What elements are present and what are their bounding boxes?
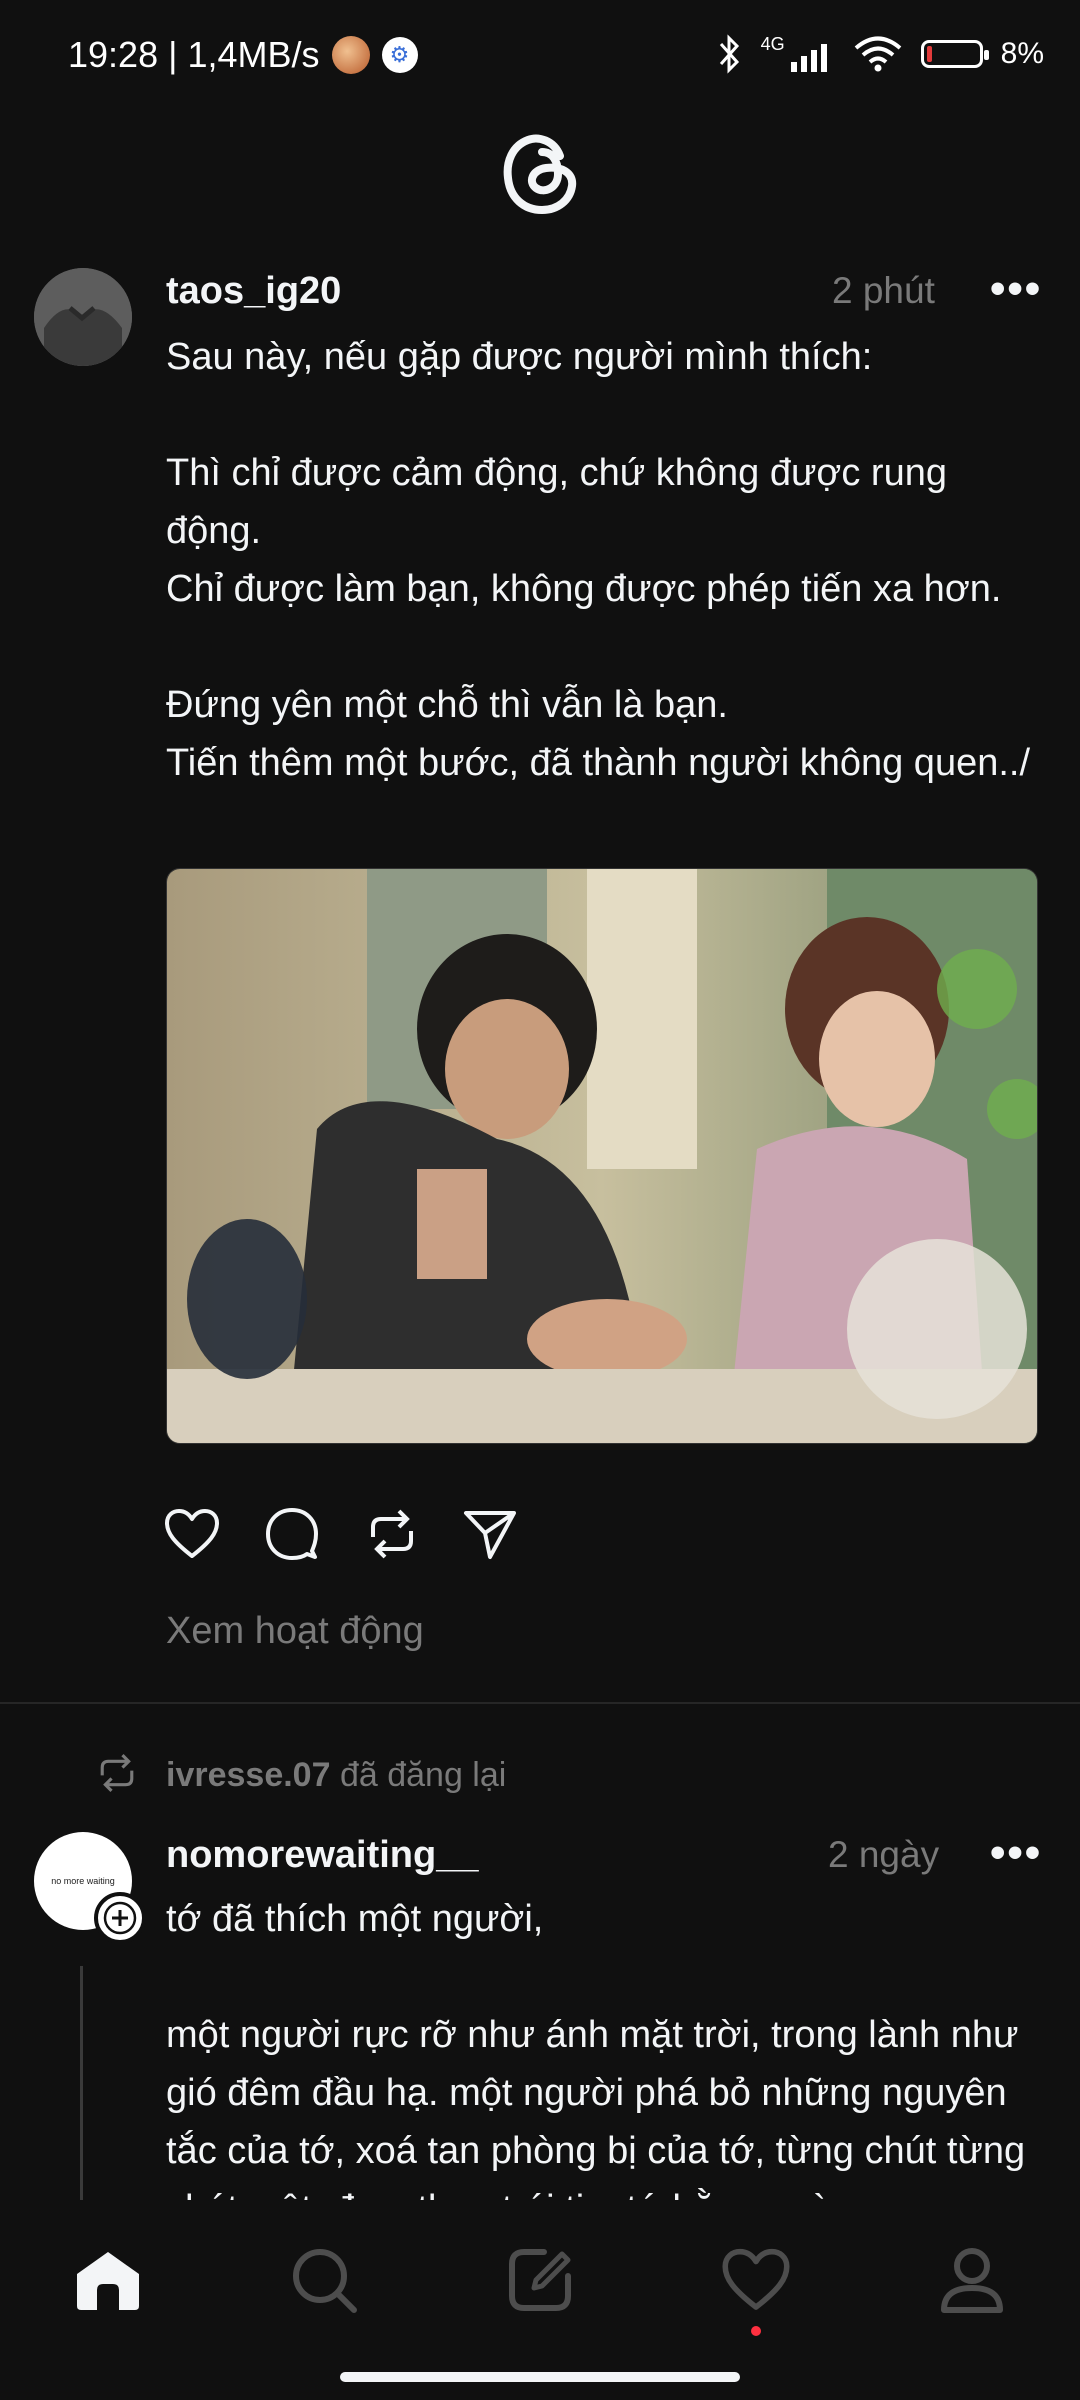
battery-percent: 8% — [1000, 37, 1044, 70]
profile-icon — [941, 2248, 1003, 2313]
repost-icon — [371, 1509, 413, 1559]
repost-suffix: đã đăng lại — [330, 1756, 507, 1794]
nav-home[interactable] — [0, 2200, 216, 2360]
post2-text-clip: tớ đã thích một người, một người rực rỡ … — [166, 1890, 1046, 2200]
status-bar-right: 4G 8% — [717, 34, 1044, 74]
cellular-signal-icon — [790, 44, 827, 72]
comment-bubble-icon — [266, 1508, 318, 1560]
reply-button[interactable] — [262, 1504, 322, 1564]
compose-icon — [509, 2249, 571, 2311]
reposted-icon — [100, 1754, 134, 1792]
post-photo-icon — [167, 869, 1037, 1443]
heart-icon — [165, 1509, 219, 1558]
follow-plus-button[interactable] — [94, 1892, 146, 1944]
nav-profile[interactable] — [864, 2200, 1080, 2360]
search-icon — [293, 2249, 357, 2313]
settings-notification-icon: ⚙ — [381, 37, 418, 73]
thread-line — [80, 1966, 83, 2200]
post1-time: 2 phút — [832, 270, 935, 311]
gesture-home-bar[interactable] — [340, 2372, 740, 2382]
post-divider — [0, 1702, 1080, 1704]
repost-username[interactable]: ivresse.07 — [166, 1756, 331, 1794]
threads-logo-icon[interactable] — [498, 126, 582, 218]
bottom-navigation — [0, 2200, 1080, 2360]
nav-search[interactable] — [216, 2200, 432, 2360]
network-type: 4G — [760, 33, 785, 54]
activity-notification-dot — [751, 2326, 761, 2336]
view-activity-link[interactable]: Xem hoạt động — [166, 1610, 424, 1653]
plus-icon — [103, 1901, 137, 1935]
like-button[interactable] — [162, 1504, 222, 1564]
repost-label: ivresse.07 đã đăng lại — [166, 1756, 506, 1795]
status-time-speed: 19:28 | 1,4MB/s — [68, 34, 320, 75]
post2-username[interactable]: nomorewaiting__ — [166, 1834, 479, 1877]
post1-text: Sau này, nếu gặp được người mình thích: … — [166, 336, 1031, 784]
status-bar-left: 19:28 | 1,4MB/s ⚙ — [68, 34, 418, 76]
notification-avatar-icon — [331, 36, 370, 74]
repost-button[interactable] — [362, 1504, 422, 1564]
post2-time: 2 ngày — [828, 1834, 940, 1875]
post1-more-button[interactable]: ••• — [990, 264, 1042, 314]
post2-text: tớ đã thích một người, một người rực rỡ … — [166, 1898, 1026, 2200]
activity-heart-icon — [722, 2248, 790, 2310]
battery-icon — [920, 40, 989, 68]
avatar-image-icon — [34, 268, 132, 366]
post2-more-button[interactable]: ••• — [990, 1828, 1042, 1878]
home-icon — [77, 2252, 139, 2310]
post2-avatar-text: no more waiting — [51, 1876, 115, 1886]
post1-image[interactable] — [166, 868, 1038, 1444]
bluetooth-icon — [719, 34, 739, 74]
share-button[interactable] — [460, 1504, 520, 1564]
wifi-icon — [854, 36, 901, 72]
nav-activity[interactable] — [648, 2200, 864, 2360]
post1-avatar[interactable] — [34, 268, 132, 366]
post1-username[interactable]: taos_ig20 — [166, 270, 341, 313]
send-icon — [464, 1511, 516, 1559]
nav-compose[interactable] — [432, 2200, 648, 2360]
